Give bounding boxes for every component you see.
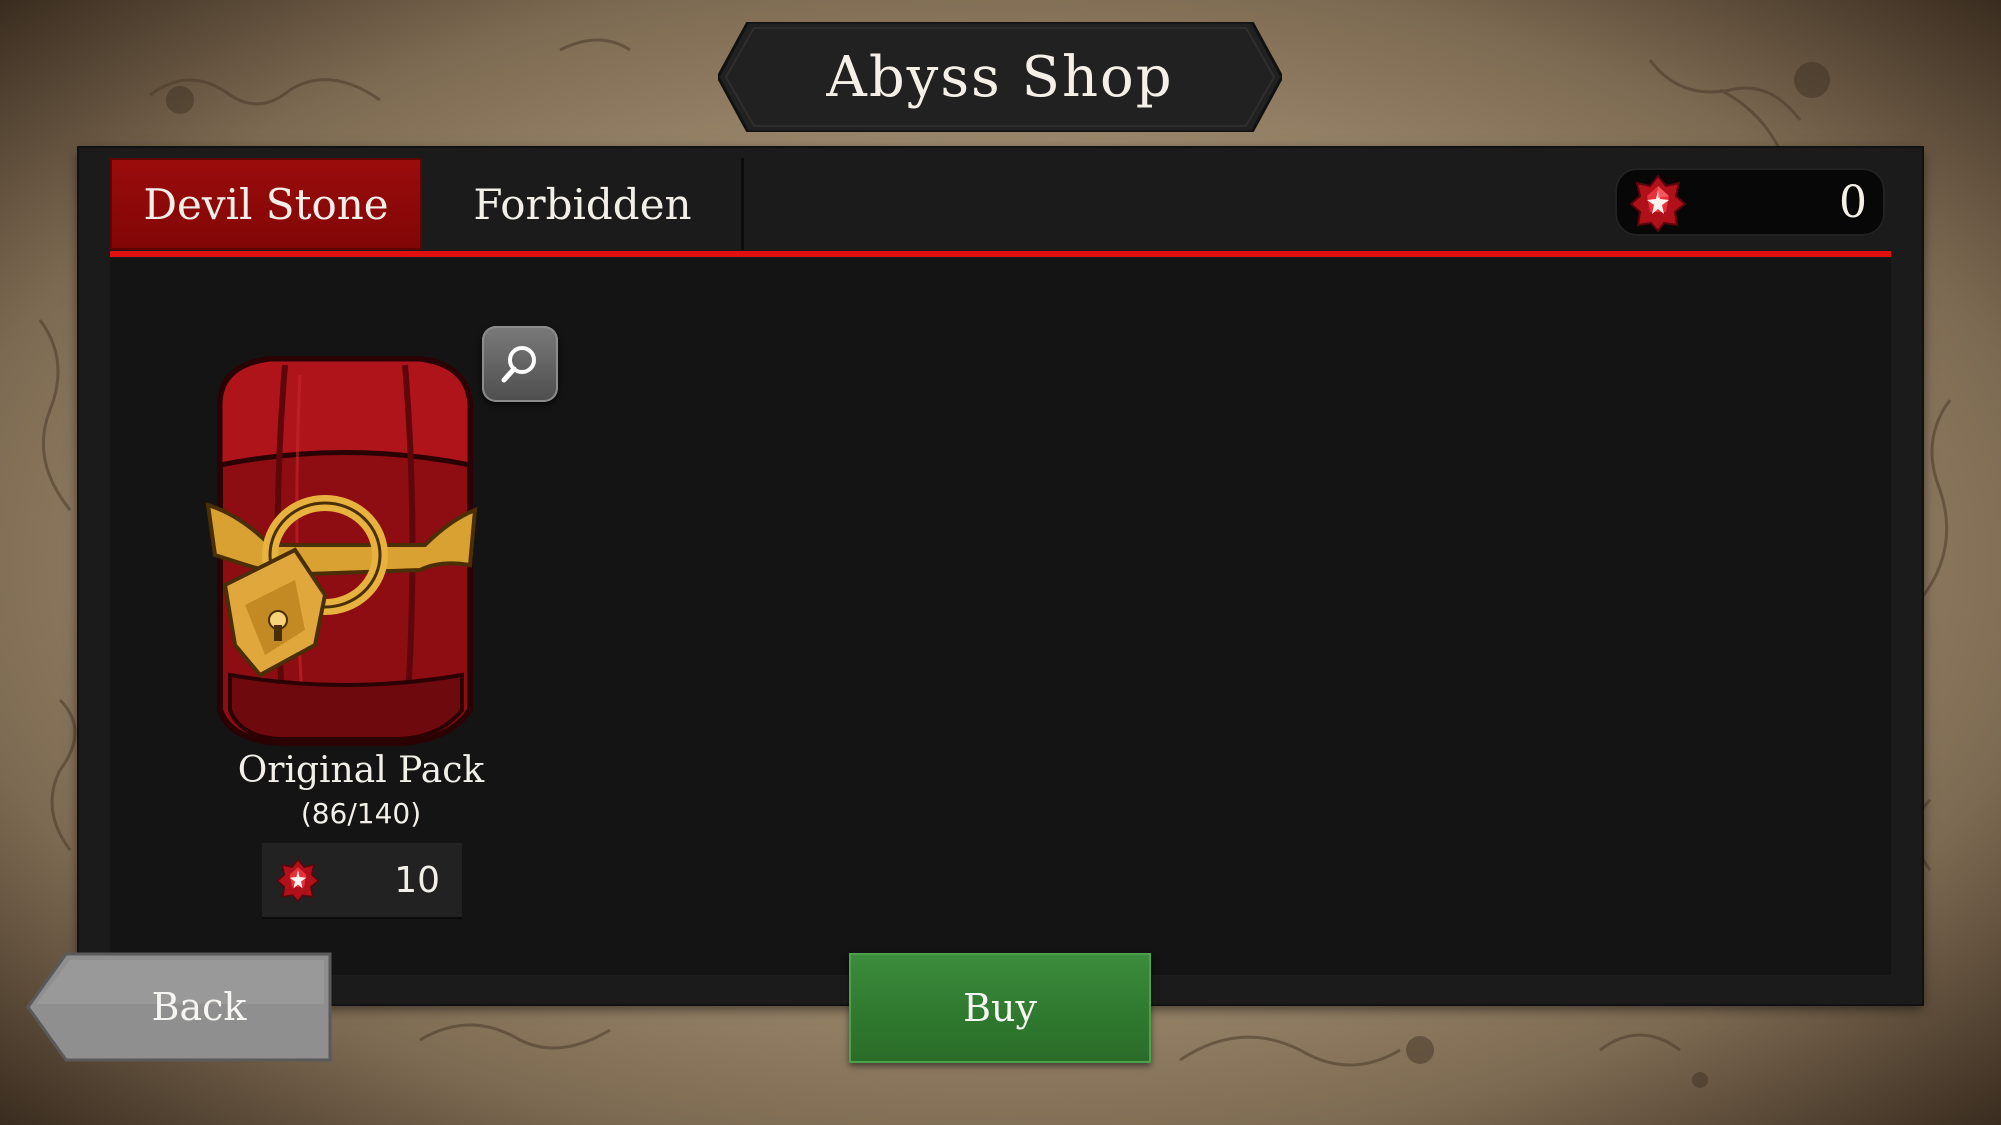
tab-devil-stone[interactable]: Devil Stone bbox=[110, 158, 422, 250]
currency-amount: 0 bbox=[1839, 176, 1867, 228]
tab-underline bbox=[110, 251, 1891, 257]
currency-display: 0 bbox=[1615, 168, 1885, 236]
back-button[interactable]: Back bbox=[26, 952, 332, 1062]
item-price: 10 bbox=[262, 843, 462, 917]
original-pack-image[interactable] bbox=[200, 345, 520, 765]
devil-stone-gem-icon bbox=[276, 858, 320, 902]
price-amount: 10 bbox=[394, 859, 440, 901]
shop-screen: Abyss Shop Devil Stone Forbidden 0 Origi… bbox=[0, 0, 2001, 1125]
buy-button[interactable]: Buy bbox=[849, 953, 1151, 1063]
tab-forbidden[interactable]: Forbidden bbox=[424, 158, 744, 250]
title-banner: Abyss Shop bbox=[718, 22, 1282, 132]
magnifier-icon bbox=[501, 346, 536, 383]
item-collection-count: (86/140) bbox=[300, 797, 422, 830]
page-title: Abyss Shop bbox=[826, 44, 1174, 110]
item-name: Original Pack bbox=[237, 750, 485, 791]
devil-stone-gem-icon bbox=[1629, 174, 1687, 232]
back-button-label: Back bbox=[151, 985, 247, 1029]
zoom-button[interactable] bbox=[482, 326, 558, 402]
